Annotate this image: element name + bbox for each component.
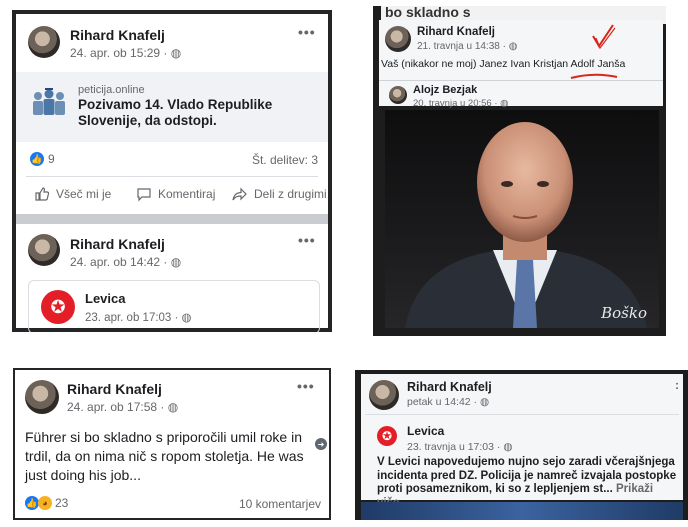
photo-strip — [361, 502, 683, 520]
reaction-count: 9 — [48, 152, 55, 166]
globe-icon: ◍ — [170, 255, 182, 269]
haha-reaction-icon: ◕ — [38, 496, 52, 510]
avatar[interactable] — [369, 380, 399, 410]
cropped-text: bo skladno s — [385, 6, 471, 20]
globe-icon: ◍ — [181, 312, 192, 324]
reactions-summary[interactable]: 👍 9 — [30, 152, 55, 166]
post-text: Vaš (nikakor ne moj) Janez Ivan Kristjan… — [381, 58, 626, 70]
facebook-feed: Rihard Knafelj 24. apr. ob 15:29 · ◍ •••… — [16, 14, 328, 332]
link-domain: peticija.online — [78, 84, 145, 96]
avatar[interactable] — [28, 234, 60, 266]
like-button[interactable]: Všeč mi je — [34, 186, 111, 202]
globe-icon: ◍ — [167, 400, 179, 414]
post-timestamp[interactable]: 21. travnja u 14:38 · ◍ — [417, 41, 517, 52]
screenshot-panel-2: bo skladno s Rihard Knafelj 21. travnja … — [373, 6, 666, 336]
reaction-count: 23 — [55, 496, 69, 510]
like-reaction-icon: 👍 — [25, 496, 39, 510]
screenshot-panel-4: Rihard Knafelj petak u 14:42 · ◍ : ✪ Lev… — [355, 370, 688, 520]
reactions-summary[interactable]: 👍 ◕ 23 — [25, 496, 68, 510]
post-author[interactable]: Rihard Knafelj — [407, 380, 492, 394]
post-card: Rihard Knafelj 21. travnja u 14:38 · ◍ V… — [379, 20, 663, 109]
like-label: Všeč mi je — [56, 187, 112, 201]
comment-icon — [137, 188, 151, 202]
link-preview[interactable]: peticija.online Pozivamo 14. Vlado Repub… — [16, 72, 328, 142]
post-author[interactable]: Rihard Knafelj — [70, 236, 165, 252]
timestamp-text: 24. apr. ob 15:29 · — [70, 46, 171, 60]
red-check-mark-annotation — [592, 24, 616, 50]
more-options-icon[interactable]: ••• — [297, 378, 315, 394]
portrait-photo[interactable]: Boško — [385, 110, 659, 328]
timestamp-text: petak u 14:42 · — [407, 396, 480, 408]
divider — [26, 176, 318, 177]
petition-people-icon — [33, 88, 65, 115]
post-timestamp[interactable]: 24. apr. ob 17:58 · ◍ — [67, 400, 178, 414]
shared-page-name[interactable]: Levica — [85, 291, 125, 306]
post-timestamp[interactable]: 24. apr. ob 15:29 · ◍ — [70, 46, 181, 60]
timestamp-text: 20. travnja u 20:56 · — [413, 98, 501, 109]
more-options-icon[interactable]: ••• — [298, 232, 316, 248]
portrait-image — [405, 122, 647, 328]
avatar[interactable] — [25, 380, 59, 414]
post-author[interactable]: Rihard Knafelj — [70, 27, 165, 43]
link-title[interactable]: Pozivamo 14. Vlado Republike Slovenije, … — [78, 97, 278, 129]
avatar[interactable] — [389, 86, 407, 104]
timestamp-text: 24. apr. ob 14:42 · — [70, 255, 171, 269]
share-icon — [232, 187, 247, 201]
arrow-right-icon[interactable]: ➜ — [315, 438, 327, 450]
screenshot-panel-3: Rihard Knafelj 24. apr. ob 17:58 · ◍ •••… — [13, 368, 331, 520]
more-options-icon[interactable]: : — [675, 378, 680, 392]
post-timestamp[interactable]: petak u 14:42 · ◍ — [407, 396, 489, 408]
facebook-post: Rihard Knafelj 24. apr. ob 17:58 · ◍ •••… — [15, 370, 329, 518]
levica-star-icon: ✪ — [377, 426, 397, 446]
comment-author[interactable]: Alojz Bezjak — [413, 84, 477, 96]
post-author[interactable]: Rihard Knafelj — [417, 26, 495, 38]
comment-timestamp[interactable]: 20. travnja u 20:56 · ◍ — [413, 98, 508, 109]
post-timestamp[interactable]: 24. apr. ob 14:42 · ◍ — [70, 255, 181, 269]
like-reaction-icon: 👍 — [30, 152, 44, 166]
avatar[interactable] — [28, 26, 60, 58]
shared-post-card[interactable]: ✪ Levica 23. apr. ob 17:03 · ◍ — [28, 280, 320, 332]
globe-icon: ◍ — [479, 396, 490, 408]
facebook-post: Rihard Knafelj petak u 14:42 · ◍ : ✪ Lev… — [361, 374, 683, 509]
comment-button[interactable]: Komentiraj — [136, 186, 215, 202]
avatar[interactable] — [385, 26, 411, 52]
globe-icon: ◍ — [170, 46, 182, 60]
comment-label: Komentiraj — [158, 187, 216, 201]
more-options-icon[interactable]: ••• — [298, 24, 316, 40]
shared-page-name[interactable]: Levica — [407, 424, 444, 438]
screenshot-panel-1: Rihard Knafelj 24. apr. ob 15:29 · ◍ •••… — [12, 10, 332, 332]
comment-count[interactable]: 10 komentarjev — [239, 497, 321, 511]
globe-icon: ◍ — [508, 41, 518, 52]
divider — [379, 80, 663, 81]
shared-timestamp[interactable]: 23. apr. ob 17:03 · ◍ — [85, 310, 192, 324]
share-count[interactable]: Št. delitev: 3 — [252, 153, 318, 167]
post-author[interactable]: Rihard Knafelj — [67, 381, 162, 397]
globe-icon: ◍ — [500, 98, 509, 109]
globe-icon: ◍ — [503, 441, 513, 453]
timestamp-text: 23. apr. ob 17:03 · — [85, 312, 182, 324]
divider — [365, 414, 679, 415]
post-separator — [16, 214, 328, 224]
share-button[interactable]: Deli z drugimi — [232, 186, 327, 202]
timestamp-text: 24. apr. ob 17:58 · — [67, 400, 168, 414]
post-text: Führer si bo skladno s priporočili umil … — [25, 429, 304, 483]
shared-timestamp[interactable]: 23. travnja u 17:03 · ◍ — [407, 441, 512, 453]
timestamp-text: 23. travnja u 17:03 · — [407, 441, 504, 453]
timestamp-text: 21. travnja u 14:38 · — [417, 41, 509, 52]
thumbs-up-icon — [35, 187, 50, 201]
watermark: Boško — [601, 304, 647, 322]
share-label: Deli z drugimi — [254, 187, 327, 201]
levica-star-icon: ✪ — [41, 290, 75, 324]
